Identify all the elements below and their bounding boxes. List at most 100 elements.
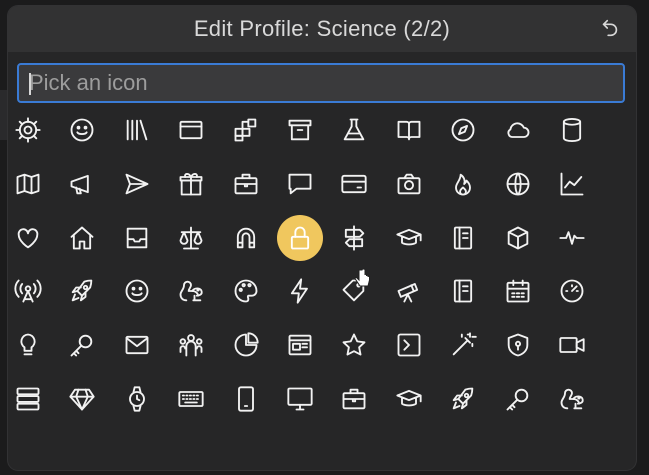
gear-icon[interactable] (8, 107, 51, 153)
smiley-icon[interactable] (59, 107, 105, 153)
inbox-icon[interactable] (114, 215, 160, 261)
credit-card-icon[interactable] (331, 161, 377, 207)
rocket-icon[interactable] (440, 376, 486, 422)
compass-icon-glyph (451, 118, 475, 142)
terminal-icon-glyph (397, 333, 421, 357)
tag-icon[interactable] (331, 268, 377, 314)
signpost-icon[interactable] (331, 215, 377, 261)
library-icon[interactable] (114, 107, 160, 153)
edit-profile-dialog: Edit Profile: Science (2/2) (8, 6, 636, 470)
gear-icon-glyph (15, 117, 41, 143)
pie-chart-icon[interactable] (223, 322, 269, 368)
shield-icon[interactable] (495, 322, 541, 368)
organization-icon[interactable] (168, 322, 214, 368)
watch-icon[interactable] (114, 376, 160, 422)
notebook-icon[interactable] (440, 215, 486, 261)
rocket-icon[interactable] (59, 268, 105, 314)
globe-icon-glyph (506, 172, 530, 196)
palette-icon[interactable] (223, 268, 269, 314)
icon-search-input[interactable] (19, 65, 623, 101)
mortar-board-icon-glyph (396, 228, 422, 245)
briefcase-icon[interactable] (331, 376, 377, 422)
graph-line-icon[interactable] (549, 161, 595, 207)
zap-icon[interactable] (277, 268, 323, 314)
comment-icon[interactable] (277, 161, 323, 207)
mortar-board-icon[interactable] (386, 376, 432, 422)
dashboard-icon[interactable] (549, 268, 595, 314)
notebook-icon[interactable] (440, 268, 486, 314)
undo-icon[interactable] (598, 16, 622, 40)
globe-icon[interactable] (495, 161, 541, 207)
send-icon-glyph (125, 173, 149, 195)
lightbulb-icon[interactable] (8, 322, 51, 368)
wand-icon[interactable] (440, 322, 486, 368)
star-icon[interactable] (331, 322, 377, 368)
briefcase-icon-glyph (342, 388, 366, 410)
smiley-icon[interactable] (114, 268, 160, 314)
broadcast-icon-glyph (14, 279, 42, 303)
key-icon-glyph (506, 388, 528, 411)
broadcast-icon[interactable] (8, 268, 51, 314)
archive-icon[interactable] (277, 107, 323, 153)
map-icon[interactable] (8, 161, 51, 207)
icon-search-field[interactable] (17, 63, 625, 103)
lock-icon[interactable] (277, 214, 323, 261)
ruby-icon[interactable] (59, 376, 105, 422)
package-icon[interactable] (495, 215, 541, 261)
mortar-board-icon[interactable] (386, 215, 432, 261)
keyboard-icon[interactable] (168, 376, 214, 422)
text-caret (29, 73, 31, 95)
server-icon[interactable] (8, 376, 51, 422)
send-icon[interactable] (114, 161, 160, 207)
rocket-icon-glyph (452, 387, 474, 410)
key-icon[interactable] (59, 322, 105, 368)
calendar-icon-glyph (506, 279, 530, 303)
watch-icon-glyph (128, 386, 145, 412)
magnet-icon-glyph (236, 227, 255, 248)
preview-icon-glyph (288, 334, 312, 356)
map-icon-glyph (16, 173, 40, 195)
shield-icon-glyph (507, 333, 528, 357)
extensions-icon[interactable] (223, 107, 269, 153)
telescope-icon[interactable] (386, 268, 432, 314)
key-icon[interactable] (495, 376, 541, 422)
cloud-icon[interactable] (495, 107, 541, 153)
pulse-icon[interactable] (549, 215, 595, 261)
megaphone-icon[interactable] (59, 161, 105, 207)
megaphone-icon-glyph (70, 174, 90, 195)
device-camera-video-icon[interactable] (549, 322, 595, 368)
magnet-icon[interactable] (223, 215, 269, 261)
pie-chart-icon-glyph (234, 332, 259, 357)
preview-icon[interactable] (277, 322, 323, 368)
zap-icon-glyph (290, 278, 308, 304)
rocket-icon-glyph (72, 279, 93, 302)
squirrel-icon[interactable] (549, 376, 595, 422)
gift-icon[interactable] (168, 161, 214, 207)
device-mobile-icon[interactable] (223, 376, 269, 422)
mail-icon[interactable] (114, 322, 160, 368)
background-window-edge (0, 90, 8, 140)
squirrel-icon[interactable] (168, 268, 214, 314)
palette-icon-glyph (234, 279, 258, 303)
book-icon[interactable] (386, 107, 432, 153)
briefcase-icon[interactable] (223, 161, 269, 207)
database-icon[interactable] (549, 107, 595, 153)
desktop-icon[interactable] (277, 376, 323, 422)
archive-icon-glyph (288, 119, 312, 141)
law-icon[interactable] (168, 215, 214, 261)
calendar-icon[interactable] (495, 268, 541, 314)
desktop-icon-glyph (287, 387, 313, 411)
flame-icon[interactable] (440, 161, 486, 207)
graph-line-icon-glyph (560, 172, 584, 196)
home-icon[interactable] (59, 215, 105, 261)
compass-icon[interactable] (440, 107, 486, 153)
dialog-header: Edit Profile: Science (2/2) (8, 6, 636, 52)
camera-icon[interactable] (386, 161, 432, 207)
heart-icon[interactable] (8, 215, 51, 261)
camera-icon-glyph (397, 173, 421, 195)
window-icon[interactable] (168, 107, 214, 153)
notebook-icon-glyph (454, 279, 473, 303)
beaker-icon[interactable] (331, 107, 377, 153)
terminal-icon[interactable] (386, 322, 432, 368)
squirrel-icon-glyph (179, 281, 203, 302)
